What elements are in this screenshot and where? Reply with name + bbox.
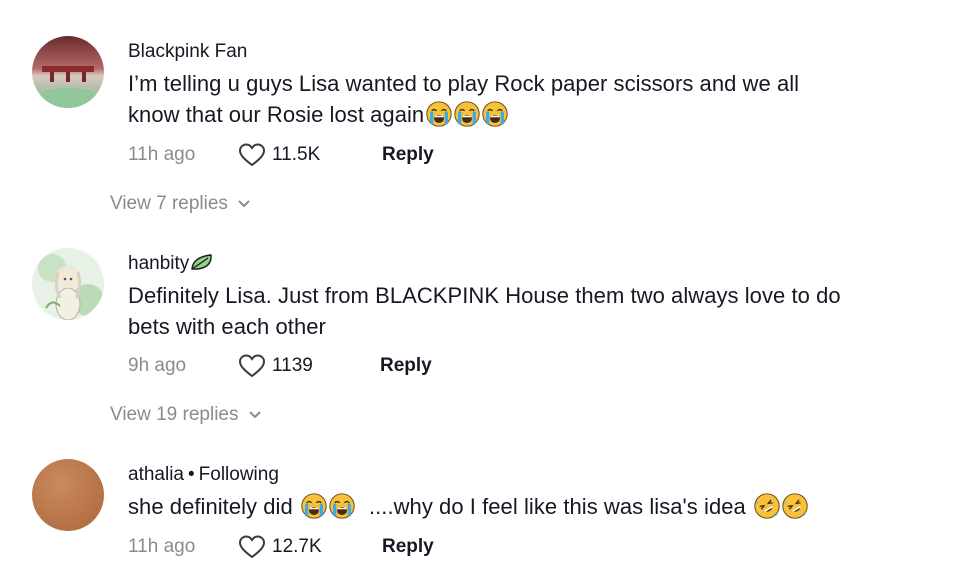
loudly-crying-face-icon [329,493,355,519]
username[interactable]: athalia [128,464,184,485]
rolling-on-floor-laughing-icon [782,493,808,519]
view-replies-button[interactable]: View 19 replies [110,404,263,426]
comment-text: Definitely Lisa. Just from BLACKPINK Hou… [128,283,841,339]
username[interactable]: Blackpink Fan [128,40,928,64]
reply-button[interactable]: Reply [380,355,432,377]
like-count: 1139 [272,355,313,376]
avatar[interactable] [32,459,104,531]
heart-icon[interactable] [238,142,266,168]
separator-dot: • [188,464,195,485]
loudly-crying-face-icon [454,101,480,127]
chevron-down-icon [248,411,261,419]
loudly-crying-face-icon [301,493,327,519]
avatar[interactable] [32,36,104,108]
avatar[interactable] [32,248,104,320]
reply-button[interactable]: Reply [382,536,434,558]
like-button[interactable]: 11.5K [238,142,352,168]
like-count: 12.7K [272,536,322,557]
leaf-icon [191,254,212,270]
loudly-crying-face-icon [482,101,508,127]
loudly-crying-face-icon [426,101,452,127]
following-badge: Following [198,464,279,485]
rolling-on-floor-laughing-icon [754,493,780,519]
comment-meta: 9h ago 1139 Reply [128,352,432,380]
heart-icon[interactable] [238,353,266,379]
username-row: athalia • Following [128,463,928,487]
username[interactable]: hanbity [128,252,928,276]
comment-text: she definitely did ....why do I feel lik… [128,491,928,522]
chevron-down-icon [238,200,250,208]
like-button[interactable]: 12.7K [238,534,352,560]
timestamp: 11h ago [128,144,196,165]
timestamp: 11h ago [128,536,196,557]
view-replies-button[interactable]: View 7 replies [110,193,252,215]
like-button[interactable]: 1139 [238,353,352,379]
previous-comment-fragment [200,0,220,2]
comment-meta: 11h ago 11.5K Reply [128,141,434,169]
timestamp: 9h ago [128,355,187,376]
heart-icon[interactable] [238,534,266,560]
like-count: 11.5K [272,144,321,165]
comment-meta: 11h ago 12.7K Reply [128,533,434,561]
reply-button[interactable]: Reply [382,144,434,166]
comment-text: I’m telling u guys Lisa wanted to play R… [128,71,800,127]
